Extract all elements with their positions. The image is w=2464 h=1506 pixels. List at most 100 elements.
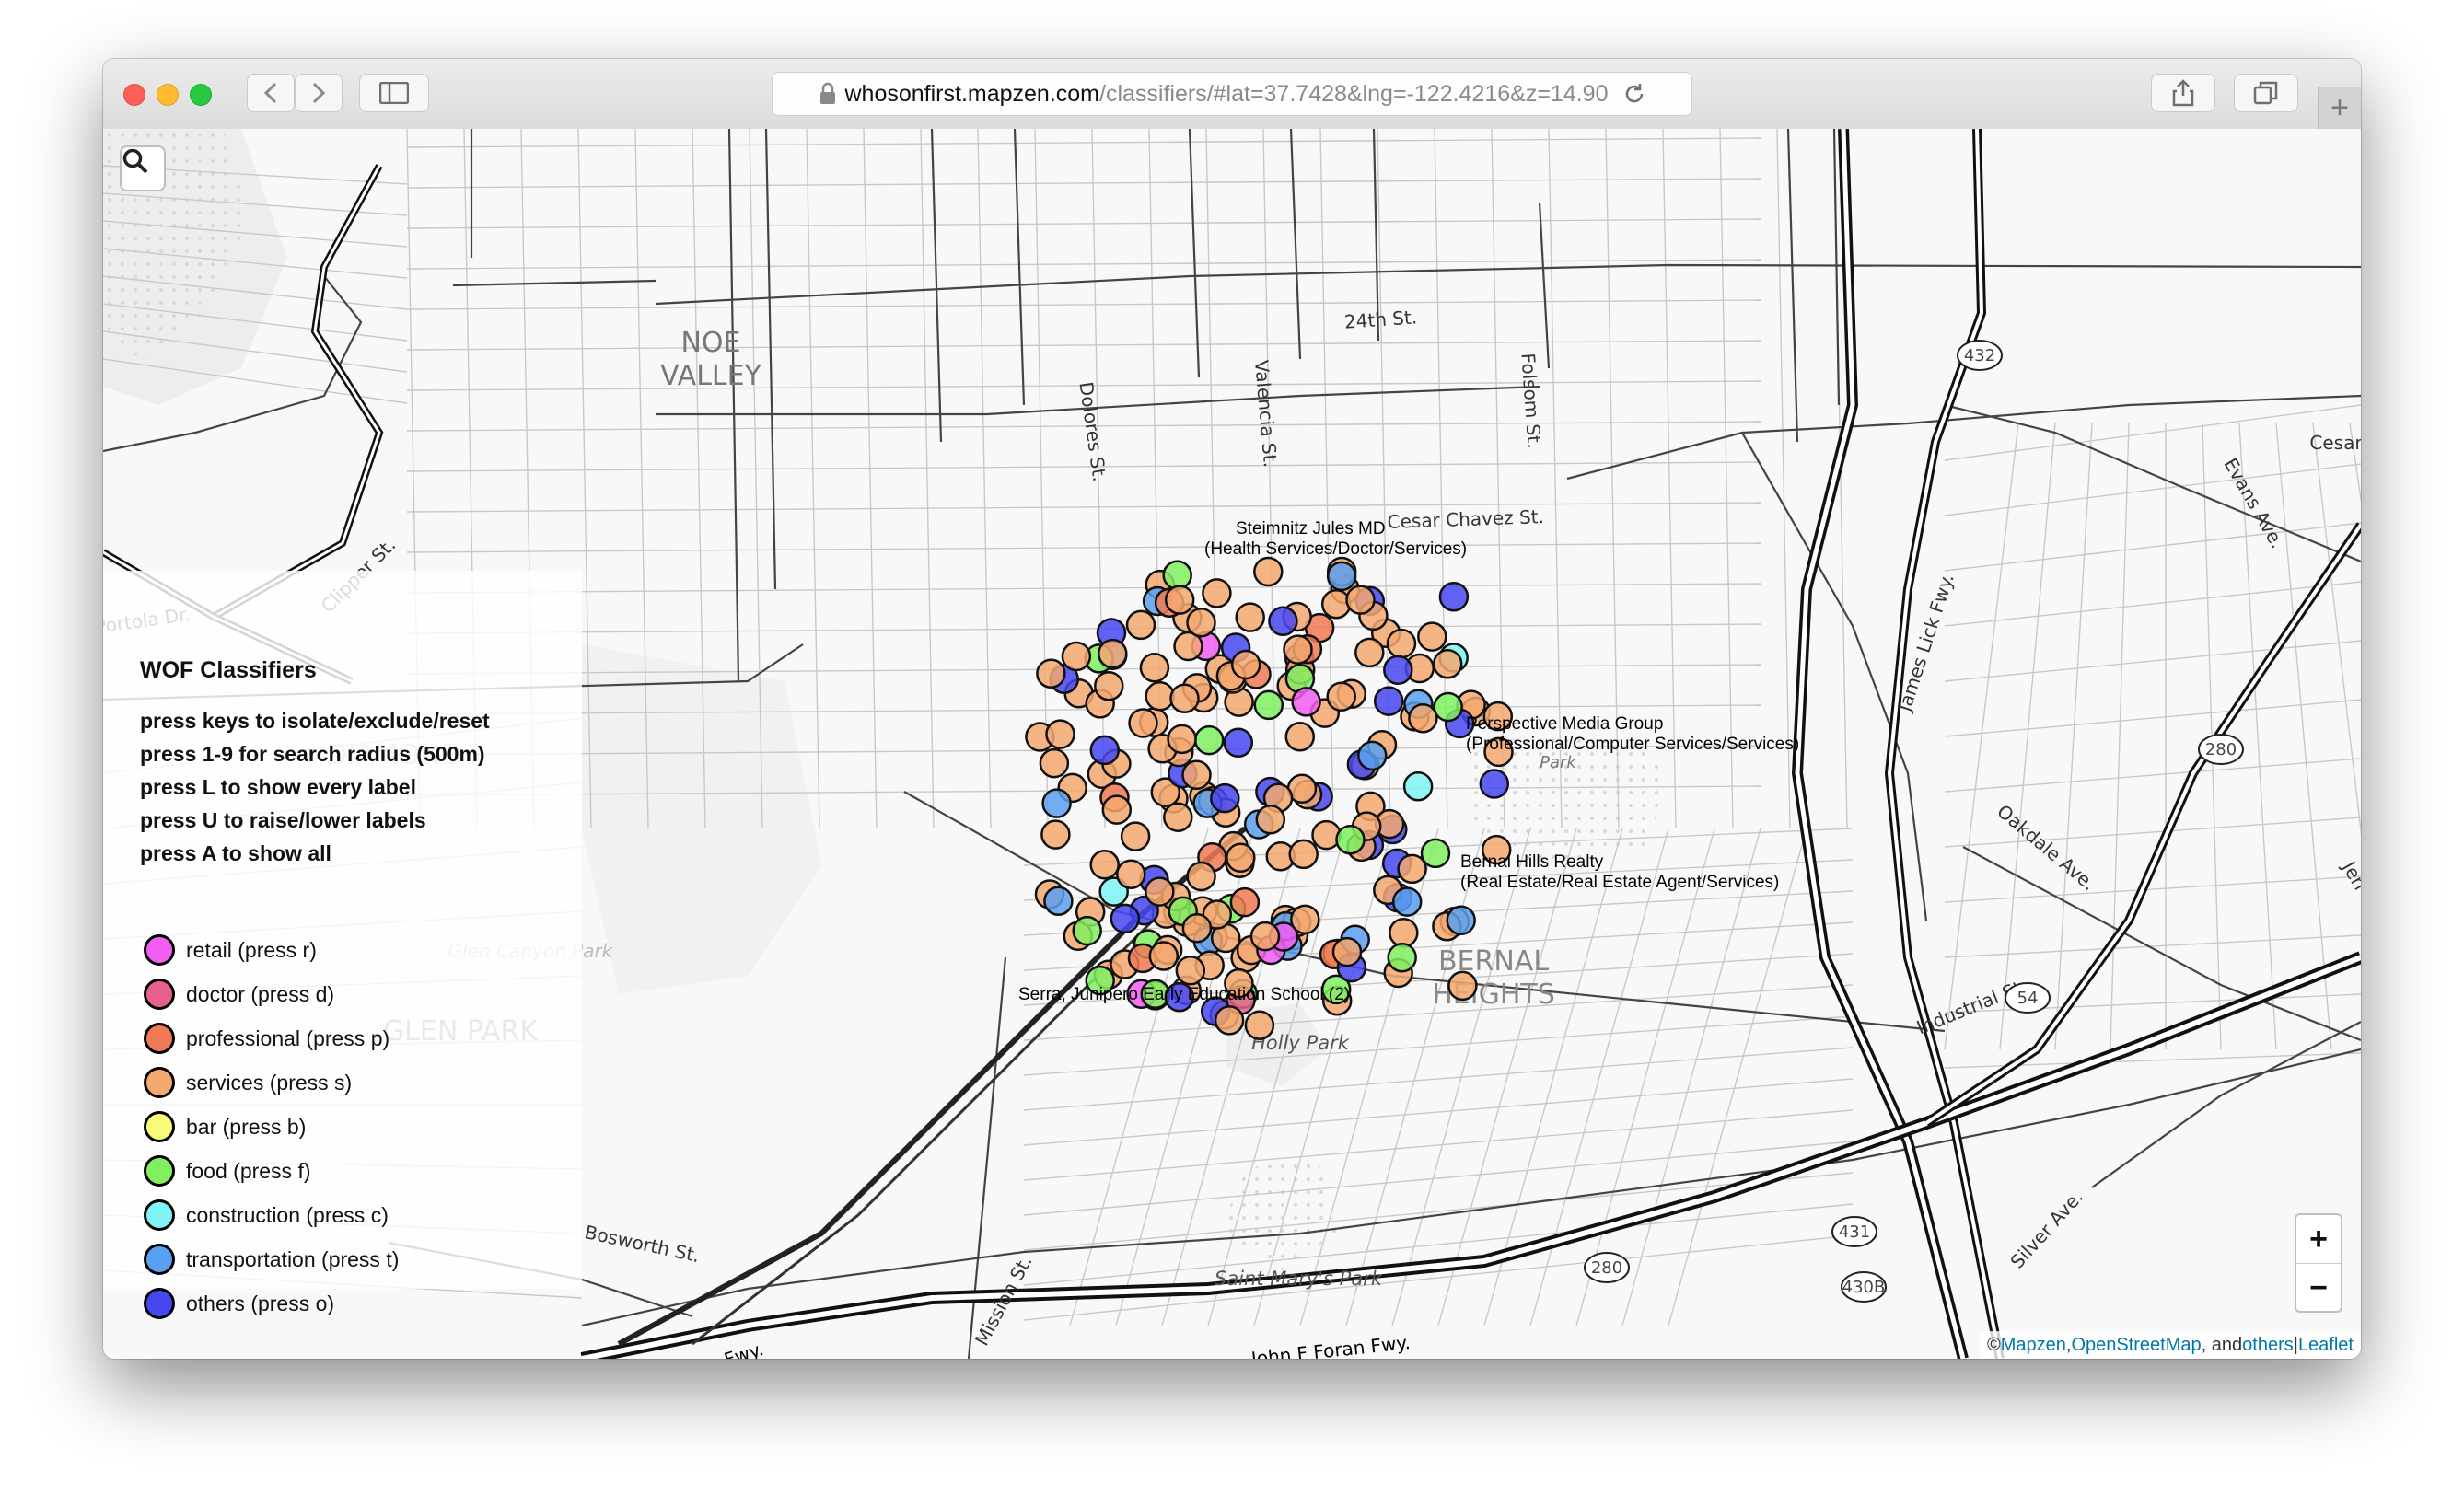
- maximize-window-button[interactable]: [190, 84, 212, 106]
- classifier-point[interactable]: [1163, 802, 1193, 832]
- classifier-point[interactable]: [1223, 727, 1254, 759]
- classifier-point[interactable]: [1139, 653, 1170, 683]
- classifier-point[interactable]: [1061, 641, 1092, 672]
- classifier-point[interactable]: [1255, 805, 1286, 835]
- classifier-point[interactable]: [1335, 824, 1366, 855]
- classifier-point[interactable]: [1169, 683, 1200, 713]
- classifier-point[interactable]: [1181, 912, 1213, 944]
- classifier-point[interactable]: [1326, 681, 1356, 712]
- classifier-point[interactable]: [1288, 839, 1319, 870]
- close-window-button[interactable]: [123, 84, 145, 106]
- classifier-point[interactable]: [1098, 638, 1128, 669]
- classifier-point[interactable]: [1045, 719, 1075, 749]
- classifier-point[interactable]: [1331, 936, 1363, 967]
- classifier-point[interactable]: [1446, 905, 1476, 936]
- classifier-point[interactable]: [1268, 606, 1298, 637]
- tabs-overview-button[interactable]: [2234, 74, 2298, 112]
- map-canvas[interactable]: NOEVALLEYDIAMONDGLEN PARKBERNALHEIGHTS24…: [103, 129, 2361, 1359]
- address-bar[interactable]: whosonfirst.mapzen.com/classifiers/#lat=…: [772, 72, 1692, 116]
- share-button[interactable]: [2151, 74, 2215, 112]
- classifier-point[interactable]: [1164, 585, 1195, 615]
- classifier-point[interactable]: [1145, 681, 1175, 712]
- classifier-point[interactable]: [1186, 861, 1216, 892]
- classifier-point[interactable]: [1226, 842, 1256, 874]
- classifier-point[interactable]: [1290, 904, 1320, 935]
- classifier-point[interactable]: [1320, 588, 1352, 620]
- classifier-point[interactable]: [1408, 703, 1438, 734]
- classifier-point[interactable]: [1094, 670, 1124, 701]
- classifier-point[interactable]: [1041, 788, 1072, 818]
- classifier-point[interactable]: [1125, 609, 1156, 641]
- classifier-point[interactable]: [1354, 637, 1385, 668]
- classifier-point[interactable]: [1043, 886, 1074, 916]
- classifier-point[interactable]: [1420, 838, 1451, 869]
- classifier-point[interactable]: [1072, 915, 1102, 946]
- classifier-point[interactable]: [1479, 769, 1510, 799]
- classifier-point[interactable]: [1036, 658, 1066, 689]
- classifier-point[interactable]: [1402, 770, 1434, 802]
- poi-label-serra-school[interactable]: Serra, Junipero Early Education School (…: [1018, 985, 1350, 1005]
- poi-label-steimnitz[interactable]: Steimnitz Jules MD (Health Services/Doct…: [1204, 519, 1467, 560]
- poi-label-perspective-media[interactable]: Perspective Media Group (Professional/Co…: [1466, 714, 1799, 755]
- classifier-point[interactable]: [1383, 655, 1413, 686]
- back-button[interactable]: [247, 74, 295, 112]
- classifier-point[interactable]: [1417, 621, 1447, 652]
- classifier-point[interactable]: [1128, 708, 1158, 738]
- new-tab-button[interactable]: +: [2318, 87, 2361, 129]
- classifier-point[interactable]: [1447, 970, 1478, 1002]
- legend-item[interactable]: transportation (press t): [144, 1241, 399, 1278]
- legend-item[interactable]: doctor (press d): [144, 976, 334, 1013]
- legend-item[interactable]: retail (press r): [144, 932, 317, 968]
- legend-item[interactable]: services (press s): [144, 1064, 352, 1101]
- classifier-point[interactable]: [1040, 819, 1071, 850]
- legend-item[interactable]: construction (press c): [144, 1197, 389, 1234]
- classifier-point[interactable]: [1193, 724, 1225, 756]
- classifier-point[interactable]: [1039, 747, 1070, 779]
- classifier-point[interactable]: [1432, 648, 1463, 679]
- classifier-point[interactable]: [1387, 942, 1417, 973]
- classifier-point[interactable]: [1110, 903, 1141, 934]
- classifier-point[interactable]: [1175, 956, 1206, 986]
- legend-item[interactable]: bar (press b): [144, 1108, 306, 1145]
- classifier-point[interactable]: [1089, 735, 1121, 766]
- zoom-in-button[interactable]: +: [2296, 1215, 2341, 1264]
- classifier-point[interactable]: [1249, 921, 1281, 952]
- classifier-point[interactable]: [1433, 691, 1463, 723]
- classifier-point[interactable]: [1391, 886, 1423, 917]
- classifier-point[interactable]: [1389, 917, 1419, 948]
- classifier-point[interactable]: [1181, 759, 1212, 791]
- classifier-point[interactable]: [1101, 794, 1133, 825]
- classifier-point[interactable]: [1326, 561, 1357, 592]
- classifier-point[interactable]: [1397, 853, 1427, 885]
- classifier-point[interactable]: [1162, 560, 1192, 591]
- poi-label-bernal-hills-realty[interactable]: Bernal Hills Realty (Real Estate/Real Es…: [1460, 852, 1779, 893]
- classifier-point[interactable]: [1148, 941, 1180, 971]
- classifier-point[interactable]: [1311, 819, 1342, 851]
- classifier-point[interactable]: [1186, 607, 1216, 638]
- classifier-point[interactable]: [1235, 602, 1265, 632]
- classifier-point[interactable]: [1253, 556, 1284, 587]
- mapzen-link[interactable]: Mapzen: [2001, 1335, 2066, 1356]
- sidebar-button[interactable]: [359, 74, 429, 112]
- legend-item[interactable]: others (press o): [144, 1285, 334, 1322]
- zoom-out-button[interactable]: −: [2296, 1264, 2341, 1311]
- classifier-point[interactable]: [1120, 821, 1151, 851]
- classifier-point[interactable]: [1284, 722, 1316, 752]
- classifier-point[interactable]: [1202, 578, 1232, 608]
- classifier-point[interactable]: [1167, 724, 1197, 755]
- others-link[interactable]: others: [2242, 1335, 2294, 1356]
- classifier-point[interactable]: [1145, 876, 1175, 907]
- legend-item[interactable]: professional (press p): [144, 1020, 389, 1057]
- classifier-point[interactable]: [1345, 585, 1376, 615]
- classifier-point[interactable]: [1229, 886, 1261, 918]
- reload-icon[interactable]: [1621, 81, 1647, 107]
- classifier-point[interactable]: [1386, 628, 1417, 659]
- minimize-window-button[interactable]: [157, 84, 179, 106]
- classifier-point[interactable]: [1373, 686, 1404, 716]
- classifier-point[interactable]: [1089, 850, 1120, 880]
- classifier-point[interactable]: [1357, 740, 1388, 771]
- classifier-point[interactable]: [1438, 581, 1470, 612]
- classifier-point[interactable]: [1116, 859, 1146, 889]
- openstreetmap-link[interactable]: OpenStreetMap: [2071, 1335, 2201, 1356]
- classifier-point[interactable]: [1253, 689, 1284, 721]
